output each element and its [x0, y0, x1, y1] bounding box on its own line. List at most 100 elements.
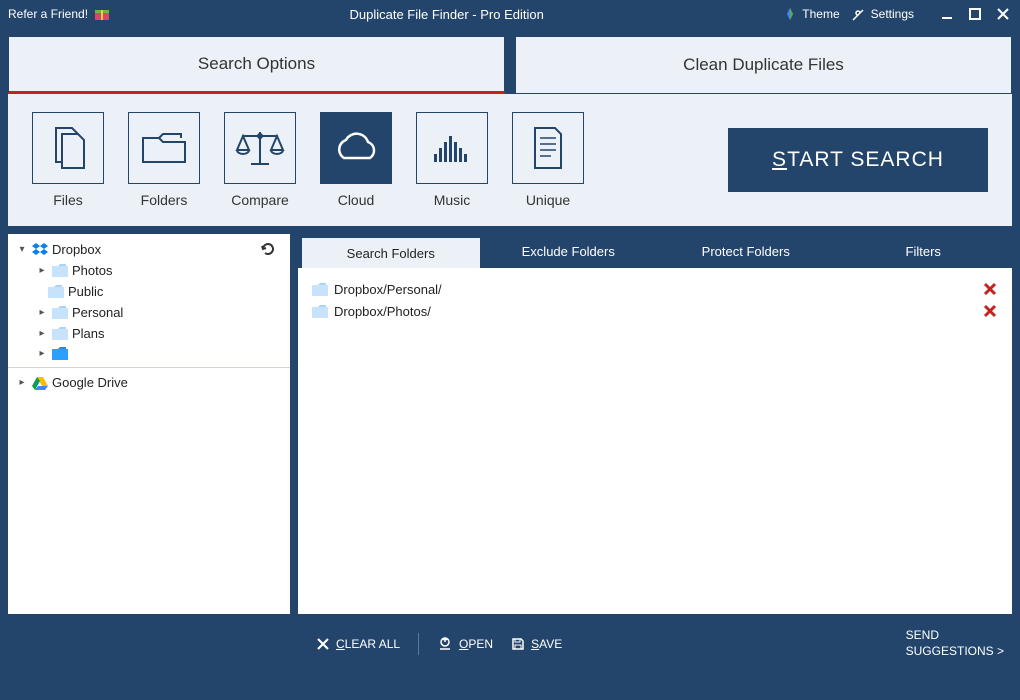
cloud-tree-panel: ▾ Dropbox ▸ Photos Public ▸ Personal [8, 234, 290, 614]
mode-unique[interactable]: Unique [512, 112, 584, 208]
gift-icon [94, 7, 110, 21]
main-tabs: Search Options Clean Duplicate Files [0, 28, 1020, 94]
mode-files[interactable]: Files [32, 112, 104, 208]
open-rest: PEN [468, 637, 493, 651]
open-icon [437, 636, 453, 652]
clear-all-button[interactable]: CLEAR ALL [316, 637, 400, 651]
list-item[interactable]: Dropbox/Personal/ [312, 278, 998, 300]
tree-node-google-drive[interactable]: ▸ Google Drive [8, 372, 290, 393]
mode-label: Music [434, 192, 471, 208]
content-area: ▾ Dropbox ▸ Photos Public ▸ Personal [0, 226, 1020, 622]
open-mnemonic: O [459, 637, 468, 651]
folder-icon [312, 305, 328, 318]
tree-label: Public [68, 284, 103, 299]
folder-config-panel: Search Folders Exclude Folders Protect F… [298, 234, 1012, 614]
sub-tabs: Search Folders Exclude Folders Protect F… [298, 234, 1012, 268]
tree-label: Google Drive [52, 375, 128, 390]
tab-label: Search Options [198, 54, 315, 74]
folders-icon [139, 128, 189, 168]
start-search-button[interactable]: START SEARCH [728, 128, 988, 192]
mode-label: Files [53, 192, 83, 208]
clear-rest: LEAR ALL [345, 637, 400, 651]
theme-label: Theme [802, 7, 839, 21]
mode-compare[interactable]: Compare [224, 112, 296, 208]
mode-cloud[interactable]: Cloud [320, 112, 392, 208]
tree-node-selected[interactable]: ▸ [8, 344, 290, 363]
save-button[interactable]: SAVE [511, 637, 562, 651]
chevron-down-icon: ▾ [16, 244, 28, 255]
tree-node-plans[interactable]: ▸ Plans [8, 323, 290, 344]
refer-friend-link[interactable]: Refer a Friend! [8, 7, 110, 21]
remove-icon[interactable] [982, 303, 998, 319]
wrench-icon [852, 7, 866, 21]
tree-node-dropbox[interactable]: ▾ Dropbox [8, 238, 290, 260]
refer-label: Refer a Friend! [8, 7, 88, 21]
folder-icon [52, 264, 68, 277]
folder-icon [52, 327, 68, 340]
footer-bar: CLEAR ALL OPEN SAVE SEND SUGGESTIONS > [0, 622, 1020, 666]
list-path: Dropbox/Personal/ [334, 282, 442, 297]
minimize-icon [940, 7, 954, 21]
suggest-line2: SUGGESTIONS > [906, 644, 1004, 660]
chevron-right-icon: ▸ [36, 265, 48, 276]
mode-label: Unique [526, 192, 570, 208]
chevron-right-icon: ▸ [36, 307, 48, 318]
maximize-button[interactable] [966, 5, 984, 23]
suggest-line1: SEND [906, 628, 1004, 644]
minimize-button[interactable] [938, 5, 956, 23]
save-icon [511, 637, 525, 651]
chevron-right-icon: ▸ [36, 328, 48, 339]
save-rest: AVE [539, 637, 562, 651]
folder-icon [312, 283, 328, 296]
subtab-exclude-folders[interactable]: Exclude Folders [480, 234, 658, 268]
cloud-icon [328, 128, 384, 168]
remove-icon[interactable] [982, 281, 998, 297]
files-icon [46, 124, 90, 172]
theme-icon [783, 7, 797, 21]
dropbox-icon [32, 242, 48, 256]
tree-label: Personal [72, 305, 123, 320]
start-rest: TART SEARCH [787, 148, 944, 171]
tree-node-photos[interactable]: ▸ Photos [8, 260, 290, 281]
unique-icon [529, 124, 567, 172]
clear-mnemonic: C [336, 637, 345, 651]
close-icon [996, 7, 1010, 21]
mode-music[interactable]: Music [416, 112, 488, 208]
send-suggestions-link[interactable]: SEND SUGGESTIONS > [906, 628, 1004, 659]
compare-icon [233, 126, 287, 170]
open-button[interactable]: OPEN [437, 636, 493, 652]
list-path: Dropbox/Photos/ [334, 304, 431, 319]
close-button[interactable] [994, 5, 1012, 23]
folder-icon [52, 347, 68, 360]
subtab-search-folders[interactable]: Search Folders [302, 238, 480, 268]
theme-button[interactable]: Theme [783, 7, 839, 21]
start-mnemonic: S [772, 148, 787, 171]
tab-clean-duplicates[interactable]: Clean Duplicate Files [515, 36, 1012, 94]
settings-button[interactable]: Settings [852, 7, 914, 21]
divider [418, 633, 419, 655]
settings-label: Settings [871, 7, 914, 21]
subtab-protect-folders[interactable]: Protect Folders [657, 234, 835, 268]
save-mnemonic: S [531, 637, 539, 651]
subtab-label: Protect Folders [702, 244, 790, 259]
search-folders-list: Dropbox/Personal/ Dropbox/Photos/ [298, 268, 1012, 614]
tree-label: Dropbox [52, 242, 101, 257]
titlebar: Refer a Friend! Duplicate File Finder - … [0, 0, 1020, 28]
subtab-label: Filters [906, 244, 941, 259]
tree-node-personal[interactable]: ▸ Personal [8, 302, 290, 323]
tree-label: Photos [72, 263, 112, 278]
list-item[interactable]: Dropbox/Photos/ [312, 300, 998, 322]
x-icon [316, 637, 330, 651]
tab-search-options[interactable]: Search Options [8, 36, 505, 94]
google-drive-icon [32, 376, 48, 390]
tree-node-public[interactable]: Public [8, 281, 290, 302]
subtab-label: Exclude Folders [522, 244, 615, 259]
maximize-icon [968, 7, 982, 21]
chevron-right-icon: ▸ [36, 348, 48, 359]
subtab-filters[interactable]: Filters [835, 234, 1013, 268]
tree-label: Plans [72, 326, 105, 341]
refresh-icon[interactable] [260, 241, 276, 257]
mode-folders[interactable]: Folders [128, 112, 200, 208]
subtab-label: Search Folders [347, 246, 435, 261]
music-icon [430, 128, 474, 168]
